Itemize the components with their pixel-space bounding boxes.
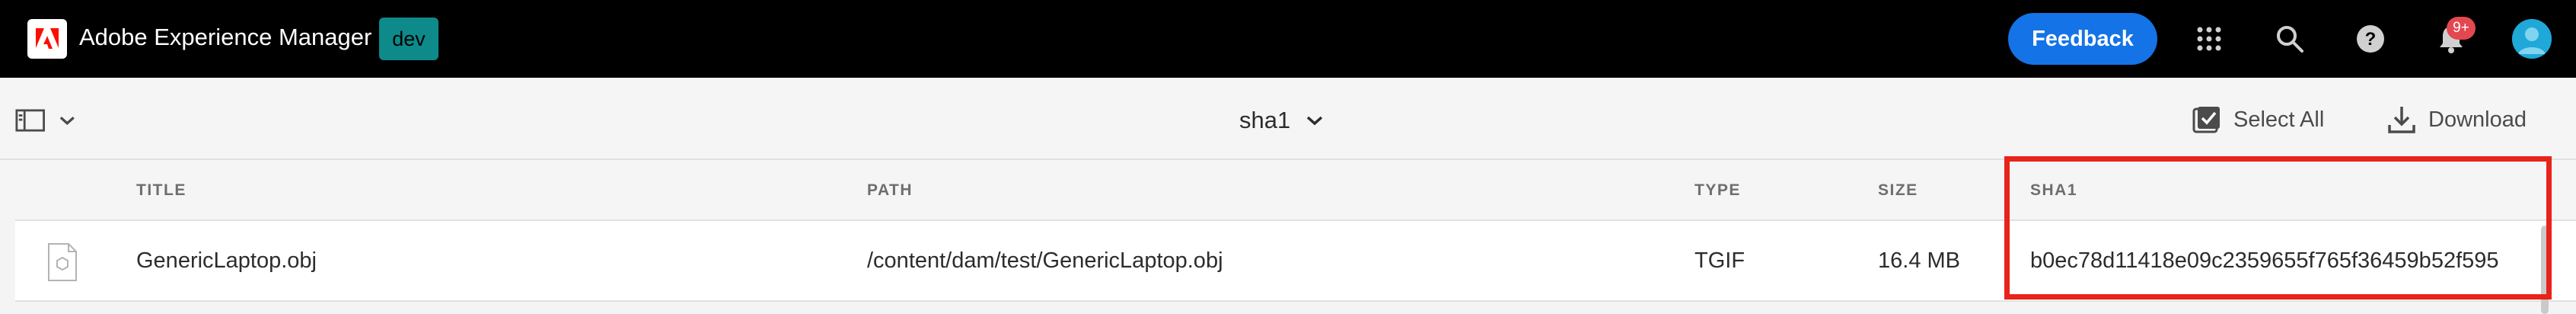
file-type-icon	[47, 242, 78, 282]
row-path: /content/dam/test/GenericLaptop.obj	[867, 248, 1223, 273]
collection-title-dropdown[interactable]: sha1	[1239, 107, 1324, 134]
notification-count-badge: 9+	[2447, 17, 2476, 40]
select-all-checkbox-icon	[2192, 107, 2220, 133]
column-header-path[interactable]: PATH	[867, 181, 913, 200]
adobe-logo-icon[interactable]	[27, 19, 67, 59]
select-all-label: Select All	[2233, 107, 2325, 132]
column-header-size[interactable]: SIZE	[1878, 181, 1918, 200]
collection-title: sha1	[1239, 107, 1291, 133]
table-row[interactable]: GenericLaptop.obj /content/dam/test/Gene…	[15, 219, 2576, 302]
column-header-title[interactable]: TITLE	[136, 181, 187, 200]
action-bar: sha1 Select All Download	[0, 78, 2576, 160]
table-header: TITLE PATH TYPE SIZE SHA1	[0, 160, 2576, 221]
row-size: 16.4 MB	[1878, 248, 1960, 273]
shell-bar: Adobe Experience Manager dev Feedback ? …	[0, 0, 2576, 78]
download-icon	[2388, 107, 2415, 133]
row-title[interactable]: GenericLaptop.obj	[136, 248, 317, 274]
feedback-button[interactable]: Feedback	[2008, 13, 2157, 65]
user-avatar[interactable]	[2512, 19, 2552, 59]
row-type: TGIF	[1694, 248, 1745, 273]
side-panel-icon	[15, 109, 45, 132]
search-icon[interactable]	[2272, 21, 2308, 57]
row-sha1: b0ec78d11418e09c2359655f765f36459b52f595	[2030, 248, 2499, 273]
help-icon[interactable]: ?	[2352, 21, 2389, 57]
solutions-grid-icon[interactable]	[2191, 21, 2227, 57]
svg-text:?: ?	[2365, 29, 2377, 50]
environment-badge: dev	[379, 18, 438, 60]
rail-toggle-button[interactable]	[15, 105, 76, 136]
chevron-down-icon	[60, 117, 75, 125]
select-all-button[interactable]: Select All	[2192, 105, 2324, 134]
app-title[interactable]: Adobe Experience Manager	[79, 24, 371, 51]
vertical-scrollbar[interactable]	[2541, 226, 2549, 314]
download-label: Download	[2428, 107, 2527, 132]
column-header-sha1[interactable]: SHA1	[2030, 181, 2077, 200]
download-button[interactable]: Download	[2387, 105, 2527, 134]
column-header-type[interactable]: TYPE	[1694, 181, 1741, 200]
chevron-down-icon	[1307, 116, 1323, 126]
